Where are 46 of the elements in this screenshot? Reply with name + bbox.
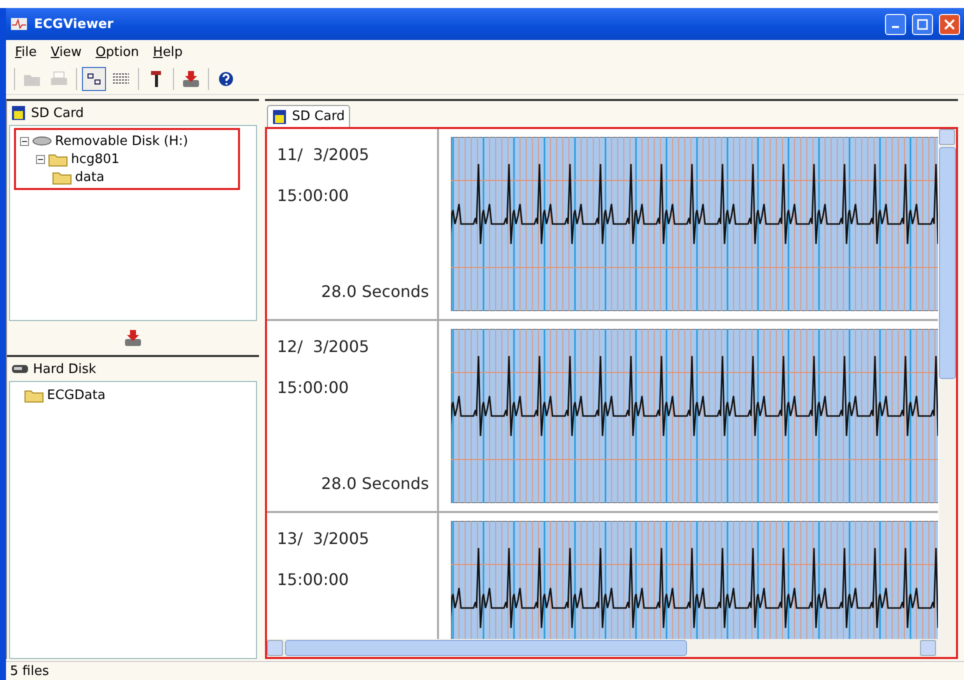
app-icon	[10, 16, 28, 32]
collapse-toggle[interactable]	[36, 154, 45, 164]
printer-icon	[50, 71, 68, 87]
collapse-toggle[interactable]	[20, 136, 29, 146]
folder-icon	[24, 388, 44, 402]
panel-title: SD Card	[31, 106, 84, 120]
maximize-icon	[917, 18, 928, 30]
sd-card-icon	[272, 108, 288, 124]
vertical-scrollbar[interactable]	[939, 129, 956, 639]
close-button[interactable]	[939, 14, 960, 34]
tree-item[interactable]: ECGData	[47, 388, 106, 402]
record-date: 12/ 3/2005	[277, 337, 370, 356]
horizontal-scrollbar[interactable]	[267, 639, 956, 657]
record-time: 15:00:00	[277, 378, 350, 397]
close-icon	[944, 18, 955, 30]
folder-icon	[48, 152, 68, 166]
download-to-disk-icon	[181, 70, 201, 88]
tab[interactable]: SD Card	[267, 105, 350, 127]
status-text: 5 files	[10, 664, 49, 678]
menu-item[interactable]: Help	[148, 44, 188, 60]
download-to-disk-icon	[123, 329, 143, 347]
panel-title: Hard Disk	[33, 362, 96, 376]
record-date: 11/ 3/2005	[277, 145, 370, 164]
tree-item[interactable]: data	[75, 170, 104, 184]
maximize-button[interactable]	[912, 14, 933, 34]
record-date: 13/ 3/2005	[277, 529, 370, 548]
record-duration: 28.0 Seconds	[321, 474, 429, 493]
minimize-button[interactable]	[885, 14, 906, 34]
drive-icon	[32, 135, 52, 147]
folder-icon	[52, 170, 72, 184]
sd-card-icon	[11, 105, 27, 121]
help-icon	[218, 71, 234, 87]
minimize-icon	[892, 26, 899, 28]
record-time: 15:00:00	[277, 570, 350, 589]
toolbar-button[interactable]	[82, 67, 106, 91]
grid-icon	[112, 72, 130, 86]
window-title: ECGViewer	[34, 16, 114, 32]
record-time: 15:00:00	[277, 186, 350, 205]
menu-item[interactable]: View	[46, 44, 87, 60]
hammer-icon	[149, 70, 163, 88]
thumbnails-icon	[85, 72, 103, 86]
tree-item[interactable]: Removable Disk (H:)	[55, 134, 188, 148]
menu-item[interactable]: Option	[90, 44, 144, 60]
menu-item[interactable]: File	[10, 44, 42, 60]
record-duration: 28.0 Seconds	[321, 282, 429, 301]
tree-item[interactable]: hcg801	[71, 152, 120, 166]
